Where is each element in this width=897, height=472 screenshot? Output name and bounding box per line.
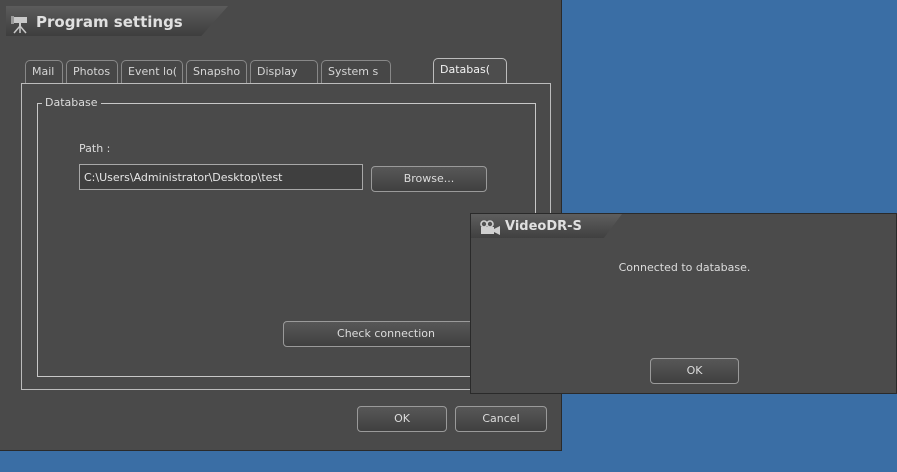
video-camera-icon xyxy=(479,220,501,236)
ok-button[interactable]: OK xyxy=(357,406,447,432)
tab-photos[interactable]: Photos xyxy=(66,60,118,83)
tab-mail[interactable]: Mail xyxy=(25,60,63,83)
check-connection-button[interactable]: Check connection xyxy=(283,321,489,347)
dialog-title: VideoDR-S xyxy=(505,219,582,234)
dialog-message: Connected to database. xyxy=(618,261,751,274)
path-label: Path : xyxy=(79,142,111,155)
connection-message-dialog: VideoDR-S Connected to database. OK xyxy=(470,213,897,394)
tab-database[interactable]: Databas( xyxy=(433,58,507,84)
path-input[interactable] xyxy=(79,164,363,190)
database-group-label: Database xyxy=(42,96,101,109)
tab-event-log[interactable]: Event lo( xyxy=(121,60,183,83)
window-title: Program settings xyxy=(36,13,183,31)
browse-button[interactable]: Browse... xyxy=(371,166,487,192)
tab-snapshot[interactable]: Snapsho xyxy=(186,60,247,83)
title-bar[interactable]: Program settings xyxy=(0,0,561,40)
dialog-ok-button[interactable]: OK xyxy=(650,358,739,384)
camera-tripod-icon xyxy=(10,14,34,34)
tab-system[interactable]: System s xyxy=(321,60,391,83)
tab-display[interactable]: Display xyxy=(250,60,318,83)
cancel-button[interactable]: Cancel xyxy=(455,406,547,432)
